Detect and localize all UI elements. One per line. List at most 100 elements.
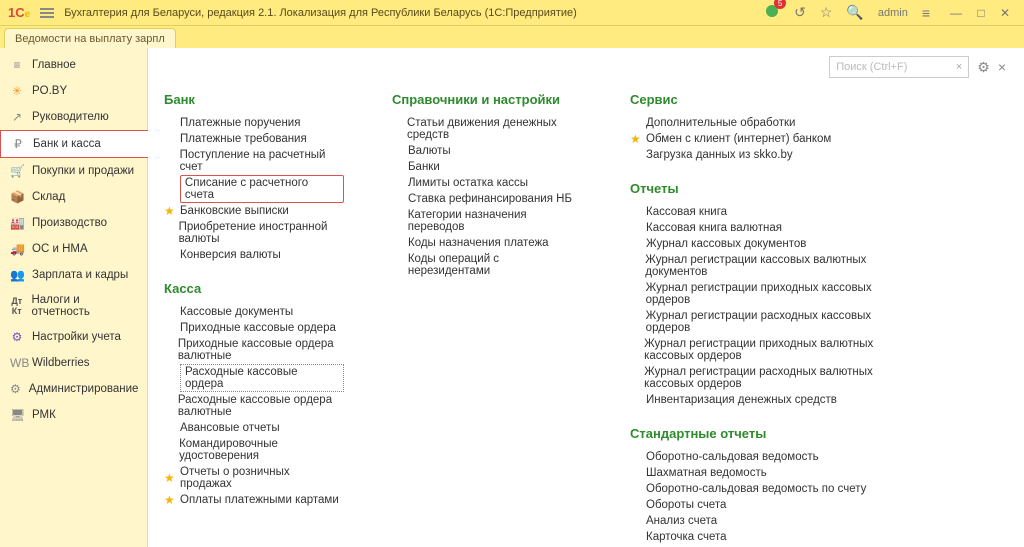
menu-link[interactable]: Обороты счета	[630, 497, 910, 513]
close-panel-icon[interactable]: ×	[998, 59, 1006, 75]
section-reports-title: Отчеты	[630, 181, 910, 196]
sidebar-item-8[interactable]: 👥Зарплата и кадры	[0, 262, 147, 288]
window-title: Бухгалтерия для Беларуси, редакция 2.1. …	[64, 7, 577, 19]
sidebar-label: Налоги и отчетность	[31, 294, 137, 318]
clear-icon[interactable]: ×	[956, 61, 962, 73]
user-label[interactable]: admin	[878, 7, 908, 19]
sidebar-label: Администрирование	[29, 383, 139, 395]
menu-link[interactable]: Валюты	[392, 143, 582, 159]
sidebar-label: Банк и касса	[33, 138, 101, 150]
link-label: Конверсия валюты	[180, 247, 281, 263]
menu-link[interactable]: Приобретение иностранной валюты	[164, 219, 344, 247]
star-icon[interactable]: ☆	[820, 4, 833, 21]
menu-link[interactable]: Карточка счета	[630, 529, 910, 545]
menu-link[interactable]: Оборотно-сальдовая ведомость по счету	[630, 481, 910, 497]
sidebar-label: Настройки учета	[32, 331, 121, 343]
menu-link[interactable]: Дополнительные обработки	[630, 115, 910, 131]
link-label: Журнал кассовых документов	[646, 236, 806, 252]
menu-link[interactable]: Кассовые документы	[164, 304, 344, 320]
sidebar-item-6[interactable]: 🏭Производство	[0, 210, 147, 236]
menu-link[interactable]: Ставка рефинансирования НБ	[392, 191, 582, 207]
sidebar-item-1[interactable]: ✳PO.BY	[0, 78, 147, 104]
menu-link[interactable]: Кассовая книга валютная	[630, 220, 910, 236]
sidebar-label: Руководителю	[32, 111, 109, 123]
menu-link[interactable]: Банки	[392, 159, 582, 175]
menu-link[interactable]: Журнал регистрации приходных валютных ка…	[630, 336, 910, 364]
section-std-title: Стандартные отчеты	[630, 426, 910, 441]
menu-icon[interactable]	[40, 8, 54, 18]
sidebar-item-5[interactable]: 📦Склад	[0, 184, 147, 210]
menu-link[interactable]: Списание с расчетного счета	[164, 175, 344, 203]
sidebar-item-9[interactable]: Дт КтНалоги и отчетность	[0, 288, 147, 324]
menu-link[interactable]: Категории назначения переводов	[392, 207, 582, 235]
menu-link[interactable]: Кассовая книга	[630, 204, 910, 220]
minimize-icon[interactable]: —	[950, 6, 962, 20]
menu-link[interactable]: Платежные требования	[164, 131, 344, 147]
menu-link[interactable]: Шахматная ведомость	[630, 465, 910, 481]
sidebar-item-13[interactable]: 🖥РМК	[0, 402, 147, 428]
sidebar-label: Wildberries	[32, 357, 90, 369]
menu-link[interactable]: Журнал регистрации расходных кассовых ор…	[630, 308, 910, 336]
filter-icon[interactable]: ≡	[922, 5, 930, 21]
sidebar-icon: 🚚	[10, 242, 24, 256]
menu-link[interactable]: Командировочные удостоверения	[164, 436, 344, 464]
menu-link[interactable]: Поступление на расчетный счет	[164, 147, 344, 175]
search-placeholder: Поиск (Ctrl+F)	[836, 61, 907, 73]
menu-link[interactable]: ★Оплаты платежными картами	[164, 492, 344, 508]
sidebar-label: Склад	[32, 191, 65, 203]
link-label: Коды операций с нерезидентами	[408, 251, 582, 279]
sidebar-item-4[interactable]: 🛒 Покупки и продажи	[0, 158, 147, 184]
menu-link[interactable]: Приходные кассовые ордера валютные	[164, 336, 344, 364]
search-icon[interactable]: 🔍	[846, 4, 863, 21]
bell-icon[interactable]: 5	[764, 3, 780, 22]
menu-link[interactable]: ★Банковские выписки	[164, 203, 344, 219]
menu-link[interactable]: Журнал регистрации расходных валютных ка…	[630, 364, 910, 392]
menu-link[interactable]: Загрузка данных из skko.by	[630, 147, 910, 163]
menu-link[interactable]: Приходные кассовые ордера	[164, 320, 344, 336]
menu-link[interactable]: Лимиты остатка кассы	[392, 175, 582, 191]
maximize-icon[interactable]: □	[977, 6, 984, 20]
sidebar-icon: 👥	[10, 268, 24, 282]
close-icon[interactable]: ✕	[1000, 6, 1010, 20]
link-label: Категории назначения переводов	[408, 207, 582, 235]
section-sprav-title: Справочники и настройки	[392, 92, 582, 107]
sidebar-icon: ⚙	[10, 382, 21, 396]
sidebar-item-7[interactable]: 🚚ОС и НМА	[0, 236, 147, 262]
menu-link[interactable]: Конверсия валюты	[164, 247, 344, 263]
sidebar-item-0[interactable]: ≡Главное	[0, 52, 147, 78]
tab-payroll[interactable]: Ведомости на выплату зарпл	[4, 28, 176, 48]
menu-link[interactable]: ★Обмен с клиент (интернет) банком	[630, 131, 910, 147]
sidebar-item-11[interactable]: WBWildberries	[0, 350, 147, 376]
menu-link[interactable]: Авансовые отчеты	[164, 420, 344, 436]
star-icon: ★	[630, 132, 640, 146]
menu-link[interactable]: Оборотно-сальдовая ведомость	[630, 449, 910, 465]
menu-link[interactable]: Инвентаризация денежных средств	[630, 392, 910, 408]
link-label: Дополнительные обработки	[646, 115, 795, 131]
menu-link[interactable]: Статьи движения денежных средств	[392, 115, 582, 143]
gear-icon[interactable]: ⚙	[977, 59, 990, 76]
menu-link[interactable]: Платежные поручения	[164, 115, 344, 131]
link-label: Журнал регистрации приходных кассовых ор…	[646, 280, 910, 308]
menu-link[interactable]: Журнал регистрации приходных кассовых ор…	[630, 280, 910, 308]
menu-link[interactable]: Журнал регистрации кассовых валютных док…	[630, 252, 910, 280]
sidebar-item-10[interactable]: ⚙Настройки учета	[0, 324, 147, 350]
menu-link[interactable]: Расходные кассовые ордера	[164, 364, 344, 392]
link-label: Статьи движения денежных средств	[407, 115, 582, 143]
sidebar-label: Покупки и продажи	[32, 165, 134, 177]
menu-link[interactable]: Расходные кассовые ордера валютные	[164, 392, 344, 420]
search-input[interactable]: Поиск (Ctrl+F) ×	[829, 56, 969, 78]
sidebar-item-3[interactable]: ₽Банк и касса	[0, 130, 148, 158]
menu-link[interactable]: Анализ счета	[630, 513, 910, 529]
link-label: Авансовые отчеты	[180, 420, 280, 436]
menu-link[interactable]: Коды назначения платежа	[392, 235, 582, 251]
link-label: Отчеты о розничных продажах	[180, 464, 344, 492]
menu-link[interactable]: Журнал кассовых документов	[630, 236, 910, 252]
sidebar-item-2[interactable]: ↗Руководителю	[0, 104, 147, 130]
sidebar-item-12[interactable]: ⚙ Администрирование	[0, 376, 147, 402]
sidebar-icon: 🛒	[10, 164, 24, 178]
menu-link[interactable]: ★Отчеты о розничных продажах	[164, 464, 344, 492]
history-icon[interactable]: ↺	[794, 4, 806, 21]
link-label: Оборотно-сальдовая ведомость	[646, 449, 819, 465]
link-label: Карточка счета	[646, 529, 727, 545]
menu-link[interactable]: Коды операций с нерезидентами	[392, 251, 582, 279]
